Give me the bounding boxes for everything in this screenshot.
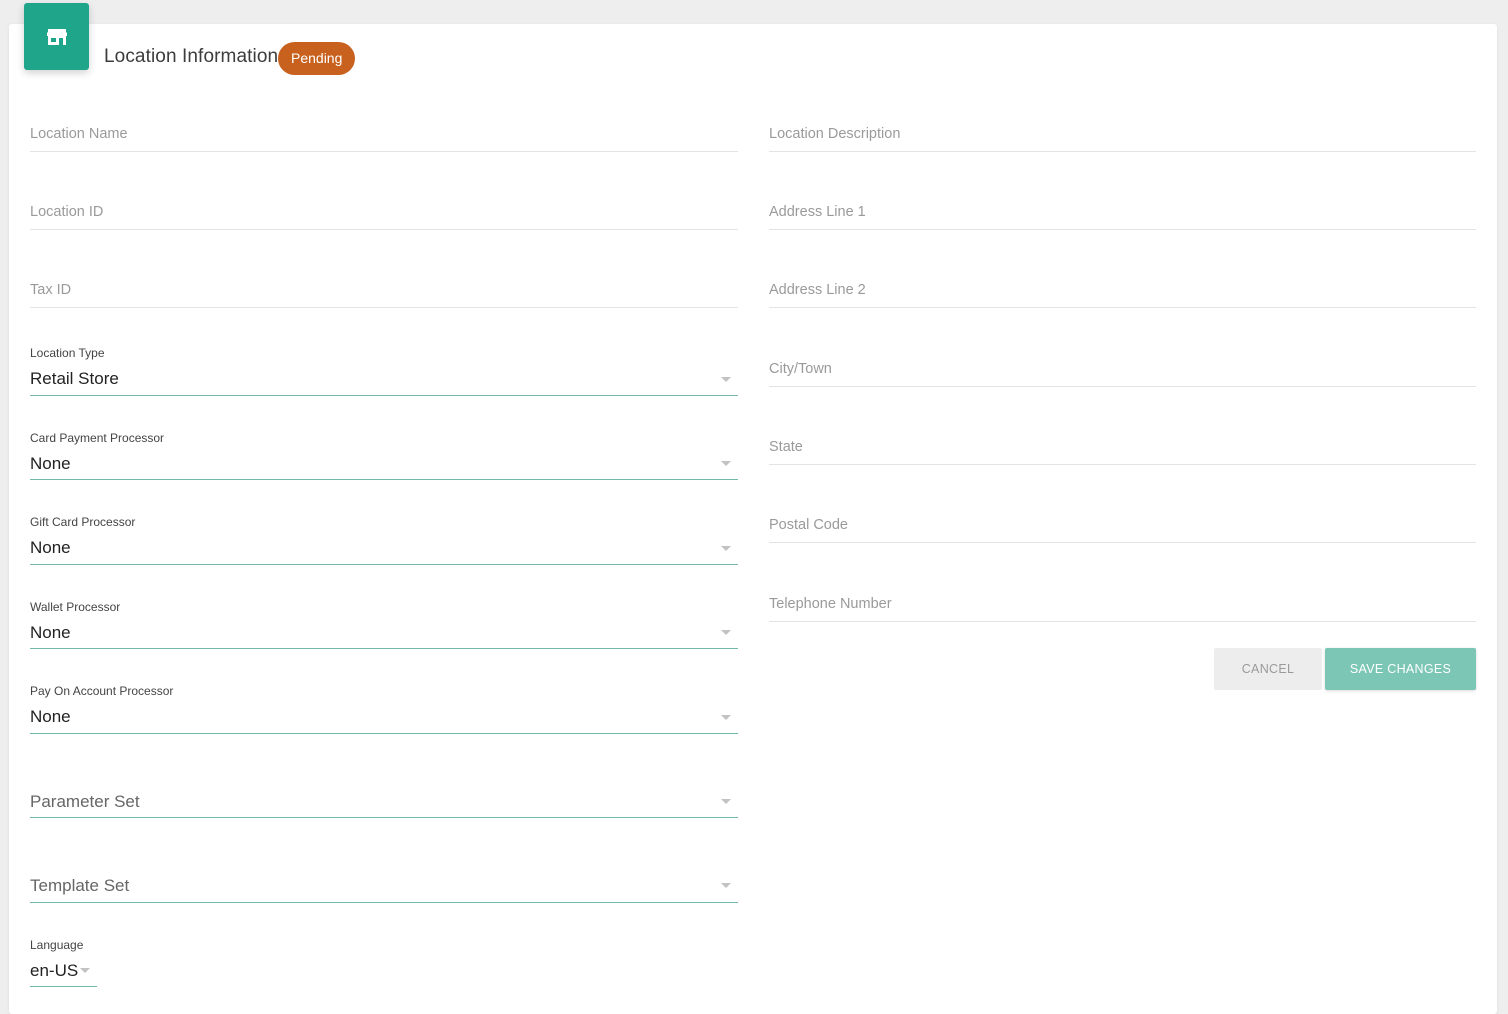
wallet-processor-value: None — [30, 623, 71, 642]
card-payment-processor-select[interactable]: Card Payment Processor None — [30, 431, 738, 480]
pay-on-account-processor-value: None — [30, 707, 71, 726]
template-set-select[interactable]: Template Set — [30, 864, 738, 903]
telephone-number-field[interactable]: Telephone Number — [769, 588, 1476, 622]
gift-card-processor-select[interactable]: Gift Card Processor None — [30, 515, 738, 565]
location-type-select[interactable]: Location Type Retail Store — [30, 346, 738, 396]
cancel-button[interactable]: CANCEL — [1214, 648, 1322, 690]
postal-code-field[interactable]: Postal Code — [769, 509, 1476, 543]
language-value: en-US — [30, 961, 79, 980]
card-payment-processor-label: Card Payment Processor — [30, 431, 165, 445]
dropdown-arrow-icon — [721, 715, 731, 720]
location-id-field[interactable]: Location ID — [30, 196, 738, 230]
state-placeholder: State — [769, 439, 803, 455]
dropdown-arrow-icon — [721, 799, 731, 804]
dropdown-arrow-icon — [721, 546, 731, 551]
gift-card-processor-label: Gift Card Processor — [30, 515, 136, 529]
language-label: Language — [30, 938, 84, 952]
location-name-placeholder: Location Name — [30, 126, 128, 142]
dropdown-arrow-icon — [721, 377, 731, 382]
store-icon — [24, 3, 89, 70]
tax-id-placeholder: Tax ID — [30, 282, 72, 298]
wallet-processor-label: Wallet Processor — [30, 600, 121, 614]
page-title: Location Information — [104, 46, 279, 67]
dropdown-arrow-icon — [721, 883, 731, 888]
wallet-processor-select[interactable]: Wallet Processor None — [30, 600, 738, 649]
gift-card-processor-value: None — [30, 538, 71, 557]
location-description-placeholder: Location Description — [769, 126, 901, 142]
card-payment-processor-value: None — [30, 454, 71, 473]
location-id-placeholder: Location ID — [30, 204, 104, 220]
pay-on-account-processor-select[interactable]: Pay On Account Processor None — [30, 684, 738, 734]
language-select[interactable]: Language en-US — [30, 938, 97, 987]
city-town-placeholder: City/Town — [769, 361, 832, 377]
state-field[interactable]: State — [769, 431, 1476, 465]
telephone-number-placeholder: Telephone Number — [769, 596, 892, 612]
dropdown-arrow-icon — [721, 630, 731, 635]
save-changes-button[interactable]: SAVE CHANGES — [1325, 648, 1476, 690]
dropdown-arrow-icon — [721, 461, 731, 466]
postal-code-placeholder: Postal Code — [769, 517, 848, 533]
status-badge: Pending — [278, 42, 356, 75]
pay-on-account-processor-label: Pay On Account Processor — [30, 684, 174, 698]
location-description-field[interactable]: Location Description — [769, 118, 1476, 152]
parameter-set-select[interactable]: Parameter Set — [30, 780, 738, 818]
location-name-field[interactable]: Location Name — [30, 118, 738, 152]
dropdown-arrow-icon — [80, 968, 90, 973]
address-line-2-placeholder: Address Line 2 — [769, 282, 866, 298]
address-line-1-placeholder: Address Line 1 — [769, 204, 866, 220]
location-type-label: Location Type — [30, 346, 105, 360]
tax-id-field[interactable]: Tax ID — [30, 274, 738, 308]
city-town-field[interactable]: City/Town — [769, 353, 1476, 387]
address-line-2-field[interactable]: Address Line 2 — [769, 274, 1476, 308]
address-line-1-field[interactable]: Address Line 1 — [769, 196, 1476, 230]
parameter-set-placeholder: Parameter Set — [30, 792, 140, 811]
location-type-value: Retail Store — [30, 369, 119, 388]
template-set-placeholder: Template Set — [30, 876, 130, 895]
